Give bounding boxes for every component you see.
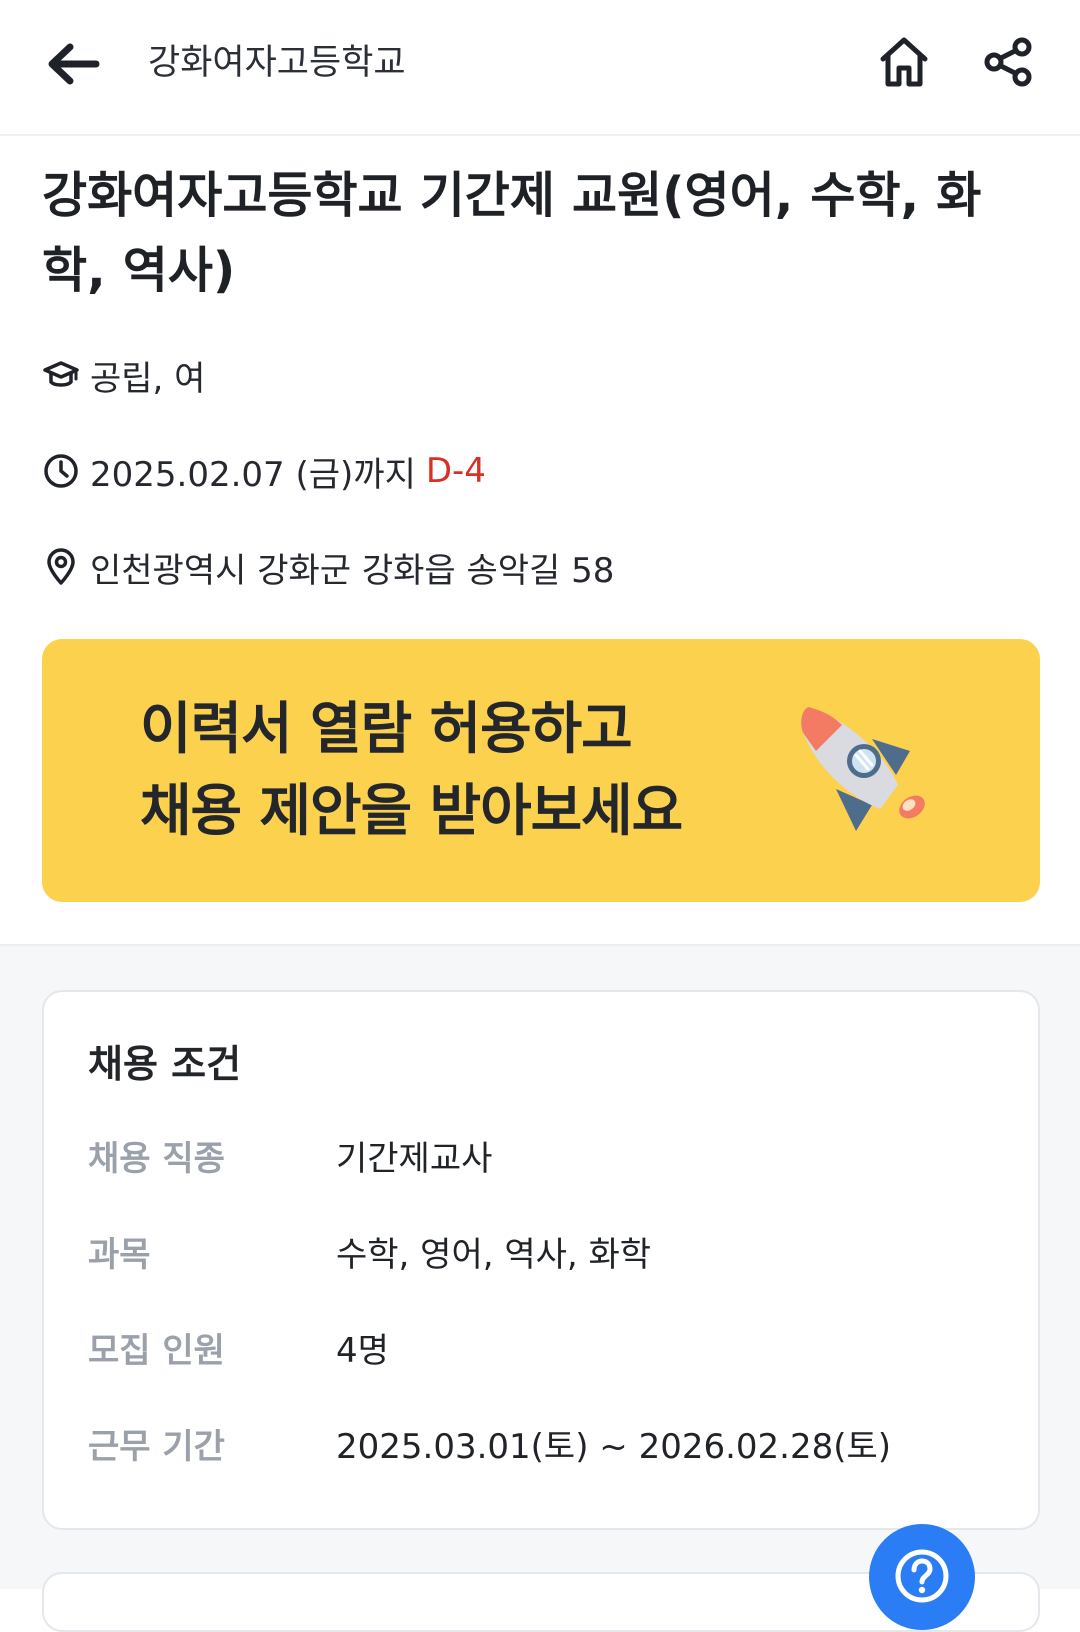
condition-label: 근무 기간 <box>88 1426 225 1467</box>
back-button[interactable] <box>40 36 106 92</box>
dday-badge: D-4 <box>425 451 486 491</box>
condition-row-job-type: 채용 직종 기간제교사 <box>88 1128 988 1182</box>
banner-text: 이력서 열람 허용하고 채용 제안을 받아보세요 <box>140 689 683 853</box>
condition-label: 과목 <box>88 1234 151 1275</box>
deadline-date: 2025.02.07 (금)까지 <box>90 454 416 495</box>
hiring-conditions-card: 채용 조건 채용 직종 기간제교사 과목 수학, 영어, 역사, 화학 모집 인… <box>42 990 1040 1530</box>
resume-offer-banner[interactable]: 이력서 열람 허용하고 채용 제안을 받아보세요 <box>42 639 1040 902</box>
share-icon <box>984 37 1032 87</box>
question-mark-icon <box>895 1549 949 1603</box>
condition-row-headcount: 모집 인원 4명 <box>88 1320 988 1374</box>
app-header: 강화여자고등학교 <box>0 0 1080 136</box>
job-title: 강화여자고등학교 기간제 교원(영어, 수학, 화학, 역사) <box>42 167 982 299</box>
banner-line-1: 이력서 열람 허용하고 <box>140 697 633 762</box>
condition-label: 모집 인원 <box>88 1330 225 1371</box>
condition-label: 채용 직종 <box>88 1138 225 1179</box>
header-title: 강화여자고등학교 <box>148 43 406 83</box>
school-type: 공립, 여 <box>90 358 206 399</box>
condition-value: 기간제교사 <box>336 1138 493 1179</box>
banner-line-2: 채용 제안을 받아보세요 <box>140 779 683 844</box>
rocket-icon <box>801 707 925 831</box>
share-button[interactable] <box>976 30 1040 94</box>
card-title: 채용 조건 <box>88 1042 242 1086</box>
help-button[interactable] <box>869 1524 975 1630</box>
address-row: 인천광역시 강화군 강화읍 송악길 58 <box>42 542 614 592</box>
condition-row-period: 근무 기간 2025.03.01(토) ~ 2026.02.28(토) <box>88 1416 988 1470</box>
arrow-left-icon <box>48 43 100 85</box>
condition-value: 4명 <box>336 1330 389 1371</box>
clock-icon <box>42 452 80 490</box>
location-pin-icon <box>42 548 80 586</box>
condition-value: 2025.03.01(토) ~ 2026.02.28(토) <box>336 1426 892 1467</box>
condition-row-subjects: 과목 수학, 영어, 역사, 화학 <box>88 1224 988 1278</box>
home-icon <box>880 37 928 87</box>
address: 인천광역시 강화군 강화읍 송악길 58 <box>90 550 615 591</box>
deadline-row: 2025.02.07 (금)까지 D-4 <box>42 446 486 496</box>
graduation-cap-icon <box>42 356 80 394</box>
condition-value: 수학, 영어, 역사, 화학 <box>336 1234 652 1275</box>
school-type-row: 공립, 여 <box>42 350 205 400</box>
home-button[interactable] <box>872 30 936 94</box>
